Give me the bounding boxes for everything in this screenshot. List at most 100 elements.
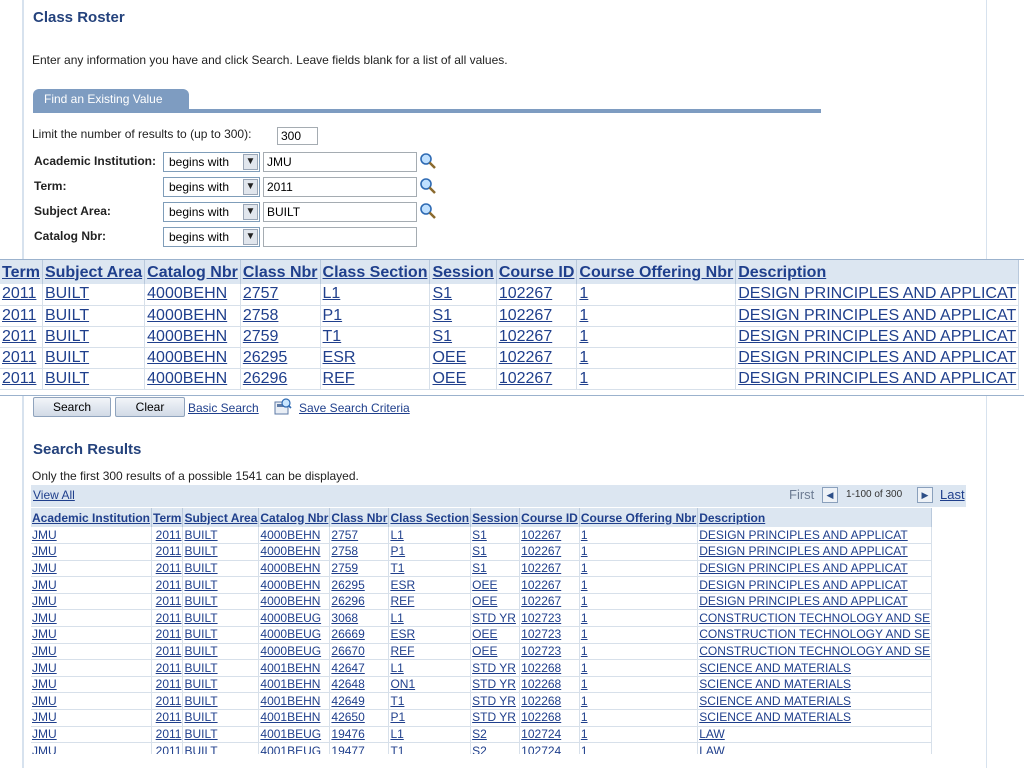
cell-class-section[interactable]: L1 xyxy=(388,659,472,677)
col-course-id[interactable]: Course ID xyxy=(519,508,580,527)
cell-term[interactable]: 2011 xyxy=(151,593,184,611)
zoom-cell-class-section[interactable]: REF xyxy=(320,368,431,390)
col-course-offering-nbr[interactable]: Course Offering Nbr xyxy=(579,508,699,527)
cell-description[interactable]: LAW xyxy=(697,726,933,744)
cell-academic-institution[interactable]: JMU xyxy=(31,576,153,594)
cell-term[interactable]: 2011 xyxy=(151,609,184,628)
save-criteria-icon[interactable] xyxy=(274,398,292,415)
cell-class-nbr[interactable]: 26296 xyxy=(329,593,390,611)
cell-course-id[interactable]: 102267 xyxy=(519,527,580,545)
cell-description[interactable]: LAW xyxy=(697,742,933,754)
zoom-col-catalog-nbr[interactable]: Catalog Nbr xyxy=(144,260,241,284)
zoom-cell-description[interactable]: DESIGN PRINCIPLES AND APPLICAT xyxy=(735,347,1020,369)
zoom-cell-session[interactable]: S1 xyxy=(429,305,497,327)
zoom-cell-course-id[interactable]: 102267 xyxy=(496,284,578,306)
cell-session[interactable]: S1 xyxy=(470,527,521,545)
zoom-cell-course-offering-nbr[interactable]: 1 xyxy=(576,368,737,390)
cell-subject-area[interactable]: BUILT xyxy=(182,560,260,578)
col-catalog-nbr[interactable]: Catalog Nbr xyxy=(258,508,331,527)
cell-description[interactable]: CONSTRUCTION TECHNOLOGY AND SE xyxy=(697,626,933,644)
cell-catalog-nbr[interactable]: 4000BEUG xyxy=(258,643,331,661)
col-academic-institution[interactable]: Academic Institution xyxy=(31,508,153,527)
zoom-cell-catalog-nbr[interactable]: 4000BEHN xyxy=(144,368,241,390)
cell-session[interactable]: S1 xyxy=(470,543,521,561)
cell-course-id[interactable]: 102723 xyxy=(519,626,580,644)
zoom-cell-course-offering-nbr[interactable]: 1 xyxy=(576,284,737,306)
zoom-cell-session[interactable]: S1 xyxy=(429,284,497,306)
col-class-nbr[interactable]: Class Nbr xyxy=(329,508,390,527)
cell-term[interactable]: 2011 xyxy=(151,643,184,661)
zoom-cell-term[interactable]: 2011 xyxy=(0,347,43,369)
zoom-col-description[interactable]: Description xyxy=(735,260,1020,284)
zoom-cell-subject-area[interactable]: BUILT xyxy=(42,305,146,327)
chevron-down-icon[interactable]: ▼ xyxy=(243,229,258,245)
cell-course-offering-nbr[interactable]: 1 xyxy=(579,709,699,727)
cell-session[interactable]: OEE xyxy=(470,593,521,611)
cell-course-offering-nbr[interactable]: 1 xyxy=(579,626,699,644)
cell-course-offering-nbr[interactable]: 1 xyxy=(579,576,699,594)
zoom-cell-term[interactable]: 2011 xyxy=(0,368,43,390)
cell-course-offering-nbr[interactable]: 1 xyxy=(579,643,699,661)
zoom-col-course-id[interactable]: Course ID xyxy=(496,260,578,284)
zoom-col-class-nbr[interactable]: Class Nbr xyxy=(240,260,321,284)
zoom-cell-class-nbr[interactable]: 2757 xyxy=(240,284,321,306)
cell-academic-institution[interactable]: JMU xyxy=(31,593,153,611)
cell-course-offering-nbr[interactable]: 1 xyxy=(579,726,699,744)
view-all-link[interactable]: View All xyxy=(33,488,75,502)
zoom-cell-class-nbr[interactable]: 2759 xyxy=(240,326,321,348)
zoom-cell-term[interactable]: 2011 xyxy=(0,326,43,348)
cell-academic-institution[interactable]: JMU xyxy=(31,692,153,711)
chevron-down-icon[interactable]: ▼ xyxy=(243,204,258,220)
cell-subject-area[interactable]: BUILT xyxy=(182,543,260,561)
cell-subject-area[interactable]: BUILT xyxy=(182,626,260,644)
zoom-cell-term[interactable]: 2011 xyxy=(0,305,43,327)
col-subject-area[interactable]: Subject Area xyxy=(182,508,260,527)
cell-description[interactable]: CONSTRUCTION TECHNOLOGY AND SE xyxy=(697,643,933,661)
cell-term[interactable]: 2011 xyxy=(151,527,184,545)
zoom-cell-class-section[interactable]: L1 xyxy=(320,284,431,306)
clear-button[interactable]: Clear xyxy=(115,397,185,417)
cell-term[interactable]: 2011 xyxy=(151,692,184,711)
cell-description[interactable]: DESIGN PRINCIPLES AND APPLICAT xyxy=(697,527,933,545)
cell-academic-institution[interactable]: JMU xyxy=(31,626,153,644)
term-operator[interactable]: begins with ▼ xyxy=(163,177,260,197)
cell-course-offering-nbr[interactable]: 1 xyxy=(579,527,699,545)
prev-page-icon[interactable]: ◀ xyxy=(822,487,838,503)
col-term[interactable]: Term xyxy=(151,508,184,527)
cell-term[interactable]: 2011 xyxy=(151,560,184,578)
chevron-down-icon[interactable]: ▼ xyxy=(243,154,258,170)
cell-description[interactable]: DESIGN PRINCIPLES AND APPLICAT xyxy=(697,560,933,578)
cell-term[interactable]: 2011 xyxy=(151,742,184,754)
cell-class-nbr[interactable]: 3068 xyxy=(329,609,390,628)
cell-course-offering-nbr[interactable]: 1 xyxy=(579,742,699,754)
magnifier-icon[interactable] xyxy=(419,152,437,170)
cell-subject-area[interactable]: BUILT xyxy=(182,576,260,594)
cell-class-section[interactable]: L1 xyxy=(388,726,472,744)
last-link[interactable]: Last xyxy=(940,487,965,502)
term-input[interactable] xyxy=(263,177,417,197)
cell-class-nbr[interactable]: 2759 xyxy=(329,560,390,578)
cell-course-id[interactable]: 102267 xyxy=(519,560,580,578)
cell-class-section[interactable]: T1 xyxy=(388,560,472,578)
zoom-cell-course-offering-nbr[interactable]: 1 xyxy=(576,305,737,327)
cell-subject-area[interactable]: BUILT xyxy=(182,527,260,545)
zoom-cell-catalog-nbr[interactable]: 4000BEHN xyxy=(144,326,241,348)
zoom-col-session[interactable]: Session xyxy=(429,260,497,284)
cell-description[interactable]: SCIENCE AND MATERIALS xyxy=(697,659,933,677)
cell-academic-institution[interactable]: JMU xyxy=(31,726,153,744)
catalog-nbr-operator[interactable]: begins with ▼ xyxy=(163,227,260,247)
cell-catalog-nbr[interactable]: 4000BEHN xyxy=(258,560,331,578)
search-button[interactable]: Search xyxy=(33,397,111,417)
cell-class-nbr[interactable]: 42648 xyxy=(329,676,390,694)
magnifier-icon[interactable] xyxy=(419,177,437,195)
cell-course-id[interactable]: 102724 xyxy=(519,742,580,754)
cell-description[interactable]: SCIENCE AND MATERIALS xyxy=(697,709,933,727)
cell-course-id[interactable]: 102267 xyxy=(519,576,580,594)
next-page-icon[interactable]: ▶ xyxy=(917,487,933,503)
cell-class-section[interactable]: ON1 xyxy=(388,676,472,694)
cell-session[interactable]: S2 xyxy=(470,742,521,754)
cell-course-offering-nbr[interactable]: 1 xyxy=(579,543,699,561)
cell-class-section[interactable]: T1 xyxy=(388,742,472,754)
cell-term[interactable]: 2011 xyxy=(151,659,184,677)
cell-term[interactable]: 2011 xyxy=(151,726,184,744)
